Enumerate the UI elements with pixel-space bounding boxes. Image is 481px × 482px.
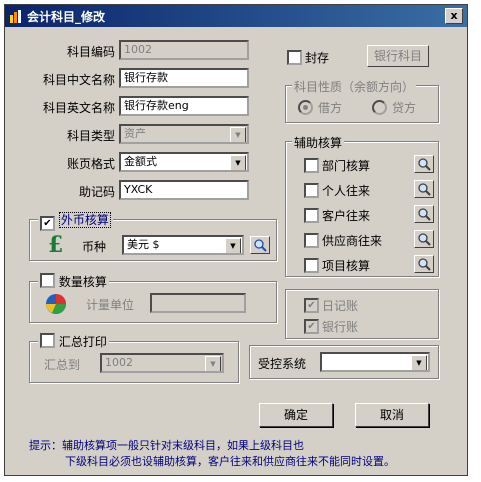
- customer-label: 客户往来: [322, 209, 371, 223]
- dialog-window: 会计科目_修改 x 科目编码 1002 科目中文名称 银行存款 科目英文名称 银…: [4, 4, 468, 476]
- nature-group: 科目性质（余额方向） 借方 贷方: [285, 78, 439, 123]
- quantity-group: 数量核算 计量单位: [29, 273, 277, 323]
- cancel-button[interactable]: 取消: [355, 403, 429, 427]
- format-label: 账页格式: [66, 157, 115, 171]
- mnemonic-label: 助记码: [78, 185, 115, 199]
- search-icon: [418, 208, 431, 221]
- close-button[interactable]: x: [445, 8, 463, 24]
- supplier-search-button[interactable]: [414, 230, 434, 248]
- nature-title: 科目性质（余额方向）: [292, 78, 417, 95]
- project-label: 项目核算: [322, 259, 371, 273]
- type-label: 科目类型: [66, 129, 115, 143]
- currency-value: 美元 $: [127, 238, 160, 251]
- currency-label: 币种: [82, 240, 107, 254]
- chevron-down-icon[interactable]: ▼: [225, 238, 241, 253]
- window-title: 会计科目_修改: [27, 10, 106, 24]
- mnemonic-field[interactable]: YXCK: [119, 180, 249, 200]
- controlled-label: 受控系统: [258, 357, 307, 371]
- debit-radio[interactable]: [298, 100, 313, 115]
- chevron-down-icon[interactable]: ▼: [230, 155, 246, 170]
- search-icon: [254, 239, 267, 252]
- customer-search-button[interactable]: [414, 205, 434, 223]
- quantity-checkbox[interactable]: [40, 273, 55, 288]
- summary-to-value: 1002: [105, 356, 133, 369]
- dept-search-button[interactable]: [414, 155, 434, 173]
- chevron-down-icon[interactable]: ▼: [411, 355, 427, 370]
- daily-journal-checkbox[interactable]: ✔: [304, 298, 319, 313]
- unit-field[interactable]: [150, 293, 246, 313]
- foreign-title-wrap: ✔ 外币核算: [38, 211, 113, 231]
- summary-title-wrap: 汇总打印: [38, 333, 109, 350]
- foreign-title: 外币核算: [58, 212, 111, 228]
- personal-checkbox[interactable]: [304, 183, 319, 198]
- seal-checkbox[interactable]: [287, 50, 302, 65]
- personal-label: 个人往来: [322, 184, 371, 198]
- currency-select[interactable]: 美元 $ ▼: [122, 235, 244, 255]
- aux-title: 辅助核算: [292, 134, 345, 151]
- hint-line-2: 下级科目必须也设辅助核算，客户往来和供应商往来不能同时设置。: [65, 455, 395, 468]
- svg-text:£: £: [48, 233, 63, 255]
- en-name-label: 科目英文名称: [42, 101, 115, 115]
- quantity-title: 数量核算: [58, 275, 107, 289]
- controlled-select[interactable]: ▼: [320, 352, 430, 372]
- dept-checkbox[interactable]: [304, 158, 319, 173]
- aux-group: 辅助核算 部门核算 个人往来 客户往来 供应商往来 项目核算: [285, 134, 439, 277]
- title-bar[interactable]: 会计科目_修改 x: [5, 5, 467, 27]
- format-value: 金额式: [124, 155, 157, 168]
- summary-to-label: 汇总到: [44, 358, 81, 372]
- cn-name-field[interactable]: 银行存款: [119, 68, 249, 88]
- currency-search-button[interactable]: [250, 236, 270, 254]
- search-icon: [418, 258, 431, 271]
- bank-journal-checkbox[interactable]: ✔: [304, 319, 319, 334]
- quantity-title-wrap: 数量核算: [38, 273, 109, 290]
- customer-checkbox[interactable]: [304, 208, 319, 223]
- search-icon: [418, 233, 431, 246]
- search-icon: [418, 158, 431, 171]
- bank-journal-label: 银行账: [322, 320, 359, 334]
- pie-chart-icon: [46, 294, 66, 314]
- controlled-group: 受控系统 ▼: [249, 345, 439, 379]
- credit-label: 贷方: [392, 101, 417, 115]
- chevron-down-icon: ▼: [230, 127, 246, 142]
- ok-button[interactable]: 确定: [259, 403, 333, 427]
- supplier-label: 供应商往来: [322, 234, 383, 248]
- search-icon: [418, 183, 431, 196]
- code-label: 科目编码: [66, 45, 115, 59]
- summary-group: 汇总打印 汇总到 1002 ▼: [29, 333, 239, 383]
- type-select[interactable]: 资产 ▼: [119, 124, 249, 144]
- summary-to-select[interactable]: 1002 ▼: [100, 353, 224, 373]
- debit-label: 借方: [318, 101, 343, 115]
- type-value: 资产: [124, 127, 146, 140]
- journal-group: ✔ 日记账 ✔ 银行账: [285, 289, 439, 339]
- cn-name-label: 科目中文名称: [42, 73, 115, 87]
- format-select[interactable]: 金额式 ▼: [119, 152, 249, 172]
- en-name-field[interactable]: 银行存款eng: [119, 96, 249, 116]
- hint-line-1: 提示：辅助核算项一般只针对末级科目，如果上级科目也: [29, 439, 304, 452]
- personal-search-button[interactable]: [414, 180, 434, 198]
- chevron-down-icon: ▼: [205, 356, 221, 371]
- summary-checkbox[interactable]: [40, 333, 55, 348]
- seal-label: 封存: [305, 51, 330, 65]
- project-search-button[interactable]: [414, 255, 434, 273]
- unit-label: 计量单位: [86, 298, 135, 312]
- daily-journal-label: 日记账: [322, 299, 359, 313]
- foreign-checkbox[interactable]: ✔: [40, 216, 55, 231]
- project-checkbox[interactable]: [304, 258, 319, 273]
- bank-account-button[interactable]: 银行科目: [367, 45, 429, 67]
- supplier-checkbox[interactable]: [304, 233, 319, 248]
- dept-label: 部门核算: [322, 159, 371, 173]
- code-field[interactable]: 1002: [119, 40, 249, 60]
- foreign-group: ✔ 外币核算 £ 币种 美元 $ ▼: [29, 211, 277, 261]
- app-icon: [10, 10, 21, 23]
- credit-radio[interactable]: [372, 100, 387, 115]
- pound-icon: £: [48, 233, 63, 255]
- summary-title: 汇总打印: [58, 335, 107, 349]
